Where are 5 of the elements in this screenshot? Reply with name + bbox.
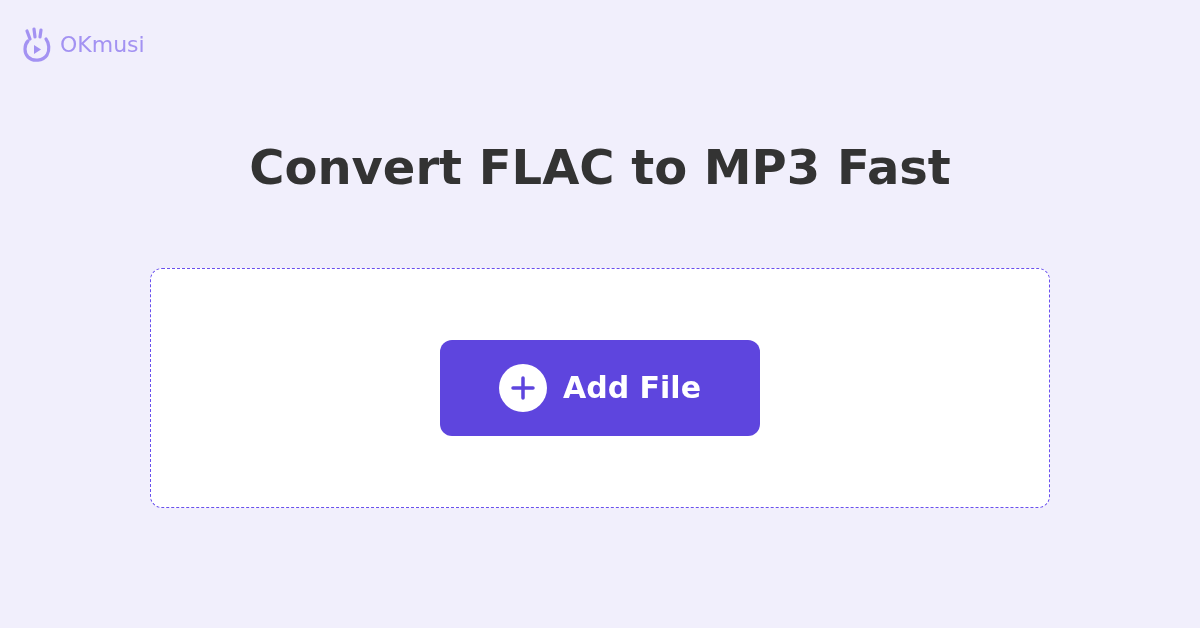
headline: Convert FLAC to MP3 Fast (249, 139, 951, 197)
plus-circle-icon (499, 363, 547, 412)
add-file-button[interactable]: Add File (440, 339, 760, 436)
hand-play-icon (22, 27, 52, 63)
drop-zone[interactable]: Add File (150, 267, 1050, 508)
